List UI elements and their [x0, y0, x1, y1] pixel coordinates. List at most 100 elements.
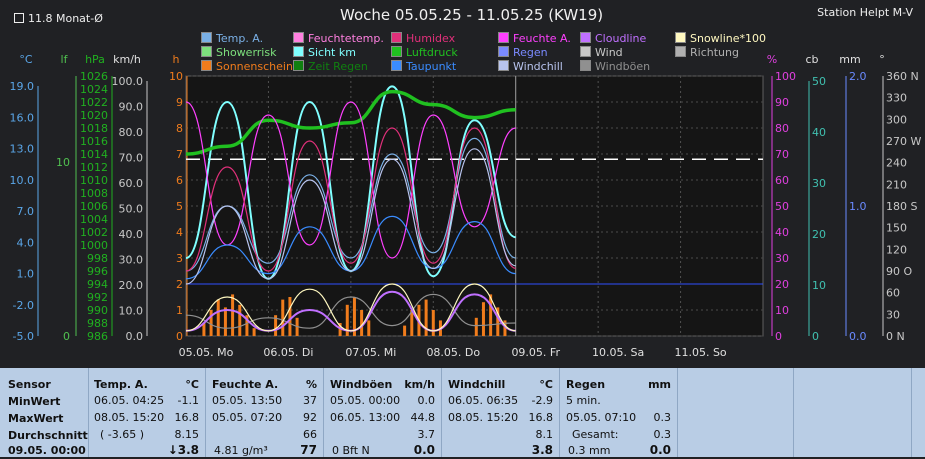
legend-item: Feuchte A. [498, 32, 571, 45]
h-axis-unit: h [173, 53, 180, 66]
cb-axis-tick: 40 [812, 126, 826, 139]
table-column: Windböen km/h 05.05. 00:00 0.0 06.05. 13:00 4… [324, 368, 442, 457]
sunshine-bar [281, 299, 285, 336]
kmh-axis-unit: km/h [113, 53, 141, 66]
kmh-axis-tick: 50.0 [119, 203, 144, 216]
hpa-axis-tick: 994 [87, 278, 108, 291]
max-value: 16.8 [174, 411, 200, 424]
temp-axis-tick: 4.0 [17, 236, 35, 249]
deg-axis-unit: ° [879, 53, 885, 66]
checkbox-icon[interactable] [14, 13, 24, 23]
current-note: 4.81 g/m³ [214, 444, 268, 457]
deg-axis-tick: 60 [886, 287, 900, 300]
hpa-axis-tick: 1004 [80, 213, 108, 226]
temp-axis-tick: 16.0 [10, 111, 35, 124]
legend-item: Richtung [675, 46, 739, 59]
legend-swatch [201, 46, 212, 57]
max-time: 06.05. 13:00 [330, 411, 401, 424]
legend-item: Regen [498, 46, 548, 59]
legend-swatch [580, 32, 591, 43]
deg-axis-tick: 30 [886, 308, 900, 321]
legend-item: Feuchtetemp. [293, 32, 384, 45]
x-tick-label: 08.05. Do [426, 346, 480, 359]
hpa-axis-unit: hPa [85, 53, 105, 66]
pct-axis-tick: 70 [775, 148, 789, 161]
hpa-axis-tick: 1000 [80, 239, 108, 252]
table-column: Regen mm 5 min. 05.05. 07:10 0.3 Gesamt: 0.3 0.… [560, 368, 678, 457]
legend-item: Cloudline [580, 32, 646, 45]
mm-axis-unit: mm [839, 53, 860, 66]
current-value: 77 [300, 443, 317, 457]
min-value: -2.9 [531, 394, 553, 407]
h-axis-tick: 3 [176, 252, 183, 265]
legend-swatch [675, 32, 686, 43]
pct-axis-tick: 90 [775, 96, 789, 109]
max-value: 44.8 [410, 411, 436, 424]
legend-item: Zeit Regen [293, 60, 368, 73]
hpa-axis-tick: 1016 [80, 135, 108, 148]
mm-axis-tick: 0.0 [849, 330, 867, 343]
chart-title: Woche 05.05.25 - 11.05.25 (KW19) [340, 6, 604, 24]
avg-value: 8.1 [535, 428, 554, 441]
temp-axis-tick: -2.0 [13, 299, 34, 312]
stats-table: Sensor MinWert MaxWert Durchschnitt 09.0… [0, 368, 925, 457]
legend-label: Temp. A. [216, 32, 264, 45]
legend-item: Windböen [580, 60, 650, 73]
legend-swatch [391, 60, 402, 71]
pct-axis-tick: 60 [775, 174, 789, 187]
pct-axis-unit: % [767, 53, 777, 66]
legend-swatch [498, 32, 509, 43]
deg-axis-tick: 90 O [886, 265, 912, 278]
legend-label: Feuchte A. [513, 32, 571, 45]
temp-axis-tick: -5.0 [13, 330, 34, 343]
legend-item: Sicht km [293, 46, 356, 59]
legend-item: Sonnenschein [201, 60, 293, 73]
hpa-axis-tick: 1024 [80, 83, 108, 96]
legend-swatch [675, 46, 686, 57]
legend-swatch [201, 32, 212, 43]
avg-value: 8.15 [174, 428, 200, 441]
deg-axis-tick: 270 W [886, 135, 921, 148]
column-title: Temp. A. [94, 378, 148, 391]
legend-swatch [293, 32, 304, 43]
hpa-axis-tick: 1012 [80, 161, 108, 174]
month-average-toggle[interactable]: 11.8 Monat-Ø [14, 12, 103, 25]
legend-swatch [293, 46, 304, 57]
cb-axis-unit: cb [805, 53, 818, 66]
legend-item: Wind [580, 46, 623, 59]
hpa-axis-tick: 1018 [80, 122, 108, 135]
deg-axis-tick: 210 [886, 178, 907, 191]
temp-axis-tick: 7.0 [17, 205, 35, 218]
hpa-axis-tick: 992 [87, 291, 108, 304]
deg-axis-tick: 330 [886, 92, 907, 105]
sunshine-bar [223, 307, 227, 336]
current-value: ↓3.8 [167, 443, 199, 457]
legend-swatch [580, 60, 591, 71]
mm-axis-tick: 2.0 [849, 70, 867, 83]
kmh-axis-tick: 10.0 [119, 305, 144, 318]
h-axis-tick: 0 [176, 330, 183, 343]
current-value: 0.0 [413, 443, 435, 457]
legend-label: Feuchtetemp. [308, 32, 384, 45]
cb-axis-tick: 0 [812, 330, 819, 343]
legend-label: Windchill [513, 60, 563, 73]
deg-axis-tick: 120 [886, 243, 907, 256]
legend-label: Luftdruck [406, 46, 458, 59]
deg-axis-tick: 300 [886, 113, 907, 126]
legend-swatch [498, 46, 509, 57]
avg-note: ( -3.65 ) [100, 428, 145, 441]
temp-axis-tick: 1.0 [17, 268, 35, 281]
sunshine-bar [474, 317, 478, 336]
row-label-max: MaxWert [8, 412, 64, 425]
sunshine-bar [367, 320, 371, 336]
column-title: Feuchte A. [212, 378, 279, 391]
empty-column [794, 368, 912, 457]
legend-label: Sicht km [308, 46, 356, 59]
sunshine-bar [238, 304, 242, 336]
pct-axis-tick: 30 [775, 252, 789, 265]
legend-swatch [498, 60, 509, 71]
x-tick-label: 11.05. So [674, 346, 726, 359]
temp-axis-unit: °C [19, 53, 33, 66]
legend-swatch [391, 46, 402, 57]
deg-axis-tick: 360 N [886, 70, 919, 83]
